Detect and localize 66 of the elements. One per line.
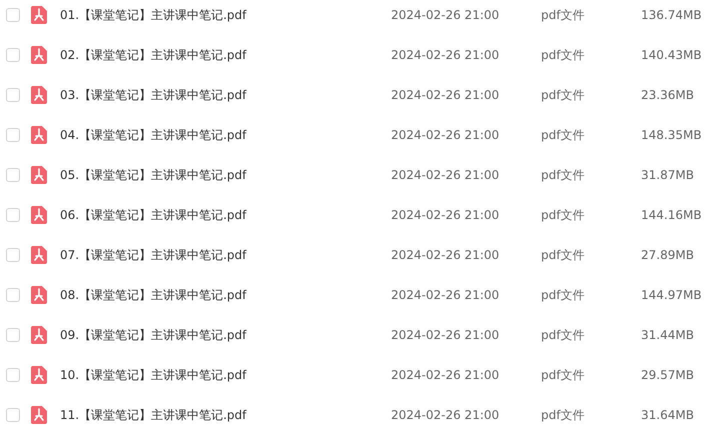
modified-date: 2024-02-26 21:00 xyxy=(391,208,500,222)
file-type: pdf文件 xyxy=(541,46,586,64)
file-size: 136.74MB xyxy=(641,8,702,22)
file-name[interactable]: 07.【课堂笔记】主讲课中笔记.pdf xyxy=(60,246,391,264)
file-type: pdf文件 xyxy=(541,286,586,304)
pdf-file-icon xyxy=(31,166,47,184)
pdf-file-icon xyxy=(31,286,47,304)
pdf-file-icon xyxy=(31,406,47,424)
pdf-file-icon xyxy=(31,6,47,24)
checkbox[interactable] xyxy=(6,248,20,262)
modified-date: 2024-02-26 21:00 xyxy=(391,168,500,182)
checkbox[interactable] xyxy=(6,8,20,22)
file-name[interactable]: 04.【课堂笔记】主讲课中笔记.pdf xyxy=(60,126,391,144)
file-name[interactable]: 10.【课堂笔记】主讲课中笔记.pdf xyxy=(60,366,391,384)
checkbox[interactable] xyxy=(6,208,20,222)
pdf-file-icon xyxy=(31,366,47,384)
file-size: 31.64MB xyxy=(641,408,694,422)
pdf-file-icon xyxy=(31,86,47,104)
pdf-file-icon xyxy=(31,246,47,264)
file-size: 148.35MB xyxy=(641,128,702,142)
pdf-file-icon xyxy=(31,46,47,64)
modified-date: 2024-02-26 21:00 xyxy=(391,48,500,62)
file-size: 27.89MB xyxy=(641,248,694,262)
modified-date: 2024-02-26 21:00 xyxy=(391,88,500,102)
file-type: pdf文件 xyxy=(541,326,586,344)
modified-date: 2024-02-26 21:00 xyxy=(391,408,500,422)
pdf-file-icon xyxy=(31,126,47,144)
file-type: pdf文件 xyxy=(541,6,586,24)
checkbox[interactable] xyxy=(6,128,20,142)
file-size: 31.44MB xyxy=(641,328,694,342)
checkbox[interactable] xyxy=(6,408,20,422)
pdf-file-icon xyxy=(31,326,47,344)
modified-date: 2024-02-26 21:00 xyxy=(391,328,500,342)
file-type: pdf文件 xyxy=(541,246,586,264)
pdf-file-icon xyxy=(31,206,47,224)
modified-date: 2024-02-26 21:00 xyxy=(391,288,500,302)
checkbox[interactable] xyxy=(6,328,20,342)
file-type: pdf文件 xyxy=(541,406,586,424)
file-name[interactable]: 05.【课堂笔记】主讲课中笔记.pdf xyxy=(60,166,391,184)
modified-date: 2024-02-26 21:00 xyxy=(391,248,500,262)
file-name[interactable]: 03.【课堂笔记】主讲课中笔记.pdf xyxy=(60,86,391,104)
file-size: 29.57MB xyxy=(641,368,694,382)
file-type: pdf文件 xyxy=(541,126,586,144)
modified-date: 2024-02-26 21:00 xyxy=(391,8,500,22)
file-size: 144.97MB xyxy=(641,288,702,302)
file-name[interactable]: 06.【课堂笔记】主讲课中笔记.pdf xyxy=(60,206,391,224)
file-type: pdf文件 xyxy=(541,86,586,104)
file-type: pdf文件 xyxy=(541,166,586,184)
file-size: 23.36MB xyxy=(641,88,694,102)
file-type: pdf文件 xyxy=(541,206,586,224)
checkbox[interactable] xyxy=(6,168,20,182)
checkbox[interactable] xyxy=(6,288,20,302)
file-name[interactable]: 02.【课堂笔记】主讲课中笔记.pdf xyxy=(60,46,391,64)
file-size: 140.43MB xyxy=(641,48,702,62)
modified-date: 2024-02-26 21:00 xyxy=(391,128,500,142)
file-name[interactable]: 09.【课堂笔记】主讲课中笔记.pdf xyxy=(60,326,391,344)
file-type: pdf文件 xyxy=(541,366,586,384)
file-name[interactable]: 11.【课堂笔记】主讲课中笔记.pdf xyxy=(60,406,391,424)
file-size: 144.16MB xyxy=(641,208,702,222)
file-name[interactable]: 01.【课堂笔记】主讲课中笔记.pdf xyxy=(60,6,391,24)
modified-date: 2024-02-26 21:00 xyxy=(391,368,500,382)
file-name[interactable]: 08.【课堂笔记】主讲课中笔记.pdf xyxy=(60,286,391,304)
checkbox[interactable] xyxy=(6,48,20,62)
file-size: 31.87MB xyxy=(641,168,694,182)
checkbox[interactable] xyxy=(6,88,20,102)
checkbox[interactable] xyxy=(6,368,20,382)
